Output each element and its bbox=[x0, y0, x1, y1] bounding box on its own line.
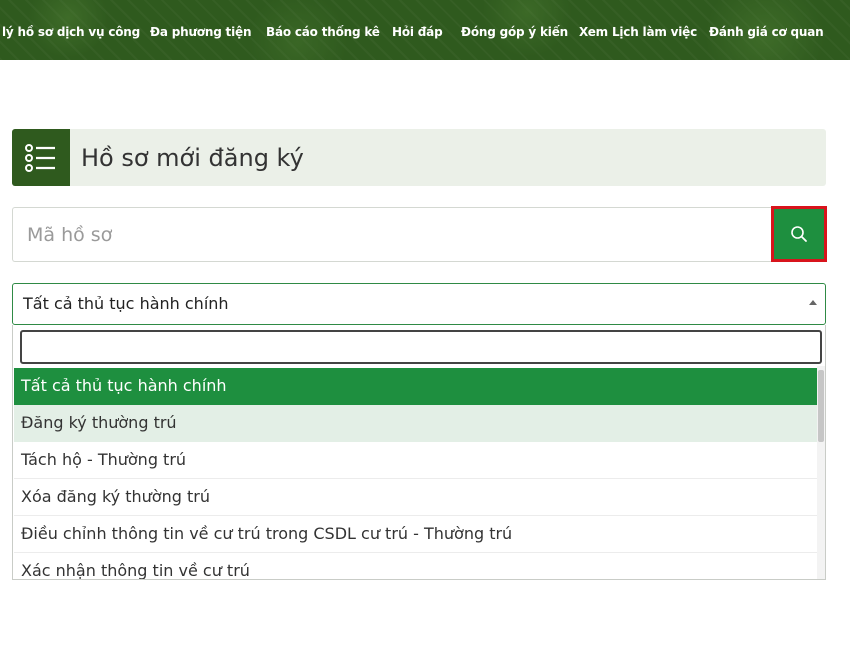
option-dang-ky-thuong-tru[interactable]: Đăng ký thường trú bbox=[14, 405, 819, 442]
page-title: Hồ sơ mới đăng ký bbox=[81, 144, 304, 172]
option-dieu-chinh-thong-tin-cu-tru[interactable]: Điều chỉnh thông tin về cư trú trong CSD… bbox=[14, 516, 819, 553]
nav-item-danh-gia-co-quan[interactable]: Đánh giá cơ quan bbox=[709, 25, 824, 39]
nav-item-da-phuong-tien[interactable]: Đa phương tiện bbox=[150, 25, 251, 39]
option-tach-ho-thuong-tru[interactable]: Tách hộ - Thường trú bbox=[14, 442, 819, 479]
search-button[interactable] bbox=[771, 206, 827, 262]
option-tat-ca-thu-tuc[interactable]: Tất cả thủ tục hành chính bbox=[14, 368, 819, 405]
option-xoa-dang-ky-thuong-tru[interactable]: Xóa đăng ký thường trú bbox=[14, 479, 819, 516]
procedure-select[interactable]: Tất cả thủ tục hành chính bbox=[12, 283, 826, 325]
search-icon bbox=[791, 226, 807, 242]
search-input[interactable] bbox=[12, 207, 772, 262]
scrollbar-thumb[interactable] bbox=[818, 370, 824, 442]
option-xac-nhan-thong-tin-cu-tru[interactable]: Xác nhận thông tin về cư trú bbox=[14, 553, 819, 579]
nav-item-dich-vu-cong[interactable]: lý hồ sơ dịch vụ công bbox=[2, 25, 140, 39]
top-navigation-bar: lý hồ sơ dịch vụ công Đa phương tiện Báo… bbox=[0, 0, 850, 60]
nav-item-xem-lich-lam-viec[interactable]: Xem Lịch làm việc bbox=[579, 25, 697, 39]
panel-header: Hồ sơ mới đăng ký bbox=[12, 129, 826, 186]
nav-item-dong-gop-y-kien[interactable]: Đóng góp ý kiến bbox=[461, 25, 568, 39]
select-current-value: Tất cả thủ tục hành chính bbox=[23, 294, 229, 313]
list-icon bbox=[12, 129, 70, 186]
dropdown-scrollbar[interactable] bbox=[817, 366, 825, 579]
nav-item-hoi-dap[interactable]: Hỏi đáp bbox=[392, 25, 443, 39]
dropdown-search-input[interactable] bbox=[20, 330, 822, 364]
select-dropdown: Tất cả thủ tục hành chính Đăng ký thường… bbox=[12, 325, 826, 580]
nav-item-bao-cao-thong-ke[interactable]: Báo cáo thống kê bbox=[266, 25, 380, 39]
chevron-up-icon bbox=[809, 300, 817, 305]
